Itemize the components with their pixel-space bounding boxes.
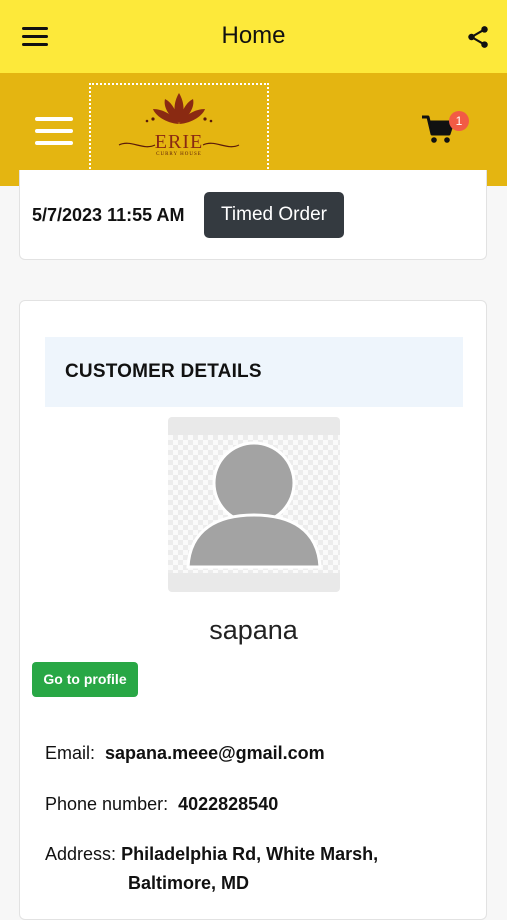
app-bar: Home [0,0,507,73]
section-title: CUSTOMER DETAILS [65,361,262,382]
share-icon[interactable] [465,24,491,50]
order-datetime: 5/7/2023 11:55 AM [32,205,185,225]
email-row: Email: sapana.meee@gmail.com [45,743,325,764]
address-row: Address: Philadelphia Rd, White Marsh, [45,844,378,865]
logo-flourish [118,142,240,148]
lotus-icon [145,93,213,124]
email-value[interactable]: sapana.meee@gmail.com [105,743,325,763]
side-menu-icon[interactable] [35,117,73,145]
address-label: Address: [45,844,117,864]
email-label: Email: [45,743,96,763]
go-to-profile-button[interactable]: Go to profile [32,662,138,697]
restaurant-logo[interactable]: ERIE CURRY HOUSE [89,83,269,173]
avatar [168,417,340,592]
address-line1: Philadelphia Rd, White Marsh, [121,844,379,864]
user-placeholder-icon [186,441,322,569]
phone-label: Phone number: [45,794,169,814]
timed-order-badge[interactable]: Timed Order [204,192,344,238]
page-title: Home [221,22,286,49]
phone-row: Phone number: 4022828540 [45,794,278,815]
phone-value[interactable]: 4022828540 [178,794,278,814]
cart-count-badge: 1 [449,111,469,131]
customer-name: sapana [209,615,298,645]
logo-subtext: CURRY HOUSE [156,152,202,157]
customer-details-header: CUSTOMER DETAILS [45,337,463,407]
address-line2: Baltimore, MD [128,873,250,893]
